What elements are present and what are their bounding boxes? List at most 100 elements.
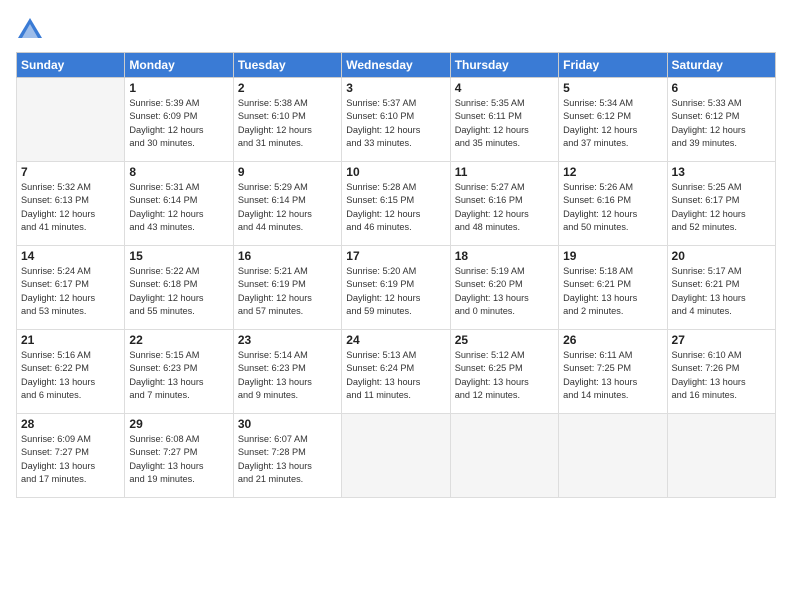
day-text: Sunrise: 5:34 AM Sunset: 6:12 PM Dayligh… bbox=[563, 97, 662, 150]
day-cell bbox=[342, 414, 450, 498]
col-header-friday: Friday bbox=[559, 53, 667, 78]
day-text: Sunrise: 5:13 AM Sunset: 6:24 PM Dayligh… bbox=[346, 349, 445, 402]
day-text: Sunrise: 5:31 AM Sunset: 6:14 PM Dayligh… bbox=[129, 181, 228, 234]
col-header-wednesday: Wednesday bbox=[342, 53, 450, 78]
week-row-2: 7 Sunrise: 5:32 AM Sunset: 6:13 PM Daylig… bbox=[17, 162, 776, 246]
day-number: 10 bbox=[346, 165, 445, 179]
day-number: 11 bbox=[455, 165, 554, 179]
day-number: 12 bbox=[563, 165, 662, 179]
day-cell: 12 Sunrise: 5:26 AM Sunset: 6:16 PM Dayli… bbox=[559, 162, 667, 246]
day-cell: 3 Sunrise: 5:37 AM Sunset: 6:10 PM Daylig… bbox=[342, 78, 450, 162]
day-cell: 27 Sunrise: 6:10 AM Sunset: 7:26 PM Dayli… bbox=[667, 330, 775, 414]
day-cell: 10 Sunrise: 5:28 AM Sunset: 6:15 PM Dayli… bbox=[342, 162, 450, 246]
day-number: 22 bbox=[129, 333, 228, 347]
day-cell: 4 Sunrise: 5:35 AM Sunset: 6:11 PM Daylig… bbox=[450, 78, 558, 162]
day-text: Sunrise: 5:37 AM Sunset: 6:10 PM Dayligh… bbox=[346, 97, 445, 150]
day-cell: 15 Sunrise: 5:22 AM Sunset: 6:18 PM Dayli… bbox=[125, 246, 233, 330]
day-text: Sunrise: 5:18 AM Sunset: 6:21 PM Dayligh… bbox=[563, 265, 662, 318]
day-text: Sunrise: 5:15 AM Sunset: 6:23 PM Dayligh… bbox=[129, 349, 228, 402]
day-number: 3 bbox=[346, 81, 445, 95]
day-text: Sunrise: 5:32 AM Sunset: 6:13 PM Dayligh… bbox=[21, 181, 120, 234]
day-cell: 8 Sunrise: 5:31 AM Sunset: 6:14 PM Daylig… bbox=[125, 162, 233, 246]
day-number: 14 bbox=[21, 249, 120, 263]
day-number: 19 bbox=[563, 249, 662, 263]
day-number: 17 bbox=[346, 249, 445, 263]
day-text: Sunrise: 6:10 AM Sunset: 7:26 PM Dayligh… bbox=[672, 349, 771, 402]
day-cell bbox=[667, 414, 775, 498]
day-cell: 13Sunrise: 5:25 AM Sunset: 6:17 PM Dayli… bbox=[667, 162, 775, 246]
day-text: Sunrise: 5:12 AM Sunset: 6:25 PM Dayligh… bbox=[455, 349, 554, 402]
day-number: 29 bbox=[129, 417, 228, 431]
day-number: 4 bbox=[455, 81, 554, 95]
day-cell: 11 Sunrise: 5:27 AM Sunset: 6:16 PM Dayli… bbox=[450, 162, 558, 246]
day-number: 24 bbox=[346, 333, 445, 347]
day-number: 27 bbox=[672, 333, 771, 347]
day-number: 30 bbox=[238, 417, 337, 431]
header bbox=[16, 16, 776, 44]
day-text: Sunrise: 5:38 AM Sunset: 6:10 PM Dayligh… bbox=[238, 97, 337, 150]
col-header-tuesday: Tuesday bbox=[233, 53, 341, 78]
day-text: Sunrise: 5:29 AM Sunset: 6:14 PM Dayligh… bbox=[238, 181, 337, 234]
day-number: 9 bbox=[238, 165, 337, 179]
day-text: Sunrise: 5:19 AM Sunset: 6:20 PM Dayligh… bbox=[455, 265, 554, 318]
week-row-3: 14 Sunrise: 5:24 AM Sunset: 6:17 PM Dayli… bbox=[17, 246, 776, 330]
day-number: 26 bbox=[563, 333, 662, 347]
day-text: Sunrise: 6:07 AM Sunset: 7:28 PM Dayligh… bbox=[238, 433, 337, 486]
day-cell: 9 Sunrise: 5:29 AM Sunset: 6:14 PM Daylig… bbox=[233, 162, 341, 246]
day-cell: 5 Sunrise: 5:34 AM Sunset: 6:12 PM Daylig… bbox=[559, 78, 667, 162]
col-header-thursday: Thursday bbox=[450, 53, 558, 78]
day-text: Sunrise: 5:21 AM Sunset: 6:19 PM Dayligh… bbox=[238, 265, 337, 318]
day-cell: 1 Sunrise: 5:39 AM Sunset: 6:09 PM Daylig… bbox=[125, 78, 233, 162]
col-header-sunday: Sunday bbox=[17, 53, 125, 78]
day-text: Sunrise: 5:25 AM Sunset: 6:17 PM Dayligh… bbox=[672, 181, 771, 234]
day-text: Sunrise: 6:08 AM Sunset: 7:27 PM Dayligh… bbox=[129, 433, 228, 486]
day-text: Sunrise: 5:22 AM Sunset: 6:18 PM Dayligh… bbox=[129, 265, 228, 318]
logo-icon bbox=[16, 16, 44, 44]
day-cell: 7 Sunrise: 5:32 AM Sunset: 6:13 PM Daylig… bbox=[17, 162, 125, 246]
col-header-monday: Monday bbox=[125, 53, 233, 78]
week-row-5: 28Sunrise: 6:09 AM Sunset: 7:27 PM Dayli… bbox=[17, 414, 776, 498]
day-cell: 24 Sunrise: 5:13 AM Sunset: 6:24 PM Dayli… bbox=[342, 330, 450, 414]
day-cell: 28Sunrise: 6:09 AM Sunset: 7:27 PM Dayli… bbox=[17, 414, 125, 498]
day-cell: 16 Sunrise: 5:21 AM Sunset: 6:19 PM Dayli… bbox=[233, 246, 341, 330]
day-number: 28 bbox=[21, 417, 120, 431]
day-number: 2 bbox=[238, 81, 337, 95]
day-number: 15 bbox=[129, 249, 228, 263]
day-cell: 23Sunrise: 5:14 AM Sunset: 6:23 PM Dayli… bbox=[233, 330, 341, 414]
day-cell: 2 Sunrise: 5:38 AM Sunset: 6:10 PM Daylig… bbox=[233, 78, 341, 162]
day-number: 21 bbox=[21, 333, 120, 347]
day-cell: 6 Sunrise: 5:33 AM Sunset: 6:12 PM Daylig… bbox=[667, 78, 775, 162]
day-text: Sunrise: 5:28 AM Sunset: 6:15 PM Dayligh… bbox=[346, 181, 445, 234]
day-number: 6 bbox=[672, 81, 771, 95]
day-text: Sunrise: 5:33 AM Sunset: 6:12 PM Dayligh… bbox=[672, 97, 771, 150]
day-cell: 19 Sunrise: 5:18 AM Sunset: 6:21 PM Dayli… bbox=[559, 246, 667, 330]
day-cell: 25Sunrise: 5:12 AM Sunset: 6:25 PM Dayli… bbox=[450, 330, 558, 414]
day-cell: 30 Sunrise: 6:07 AM Sunset: 7:28 PM Dayli… bbox=[233, 414, 341, 498]
logo bbox=[16, 16, 48, 44]
day-cell: 14 Sunrise: 5:24 AM Sunset: 6:17 PM Dayli… bbox=[17, 246, 125, 330]
day-text: Sunrise: 6:11 AM Sunset: 7:25 PM Dayligh… bbox=[563, 349, 662, 402]
day-number: 8 bbox=[129, 165, 228, 179]
day-text: Sunrise: 5:35 AM Sunset: 6:11 PM Dayligh… bbox=[455, 97, 554, 150]
day-number: 1 bbox=[129, 81, 228, 95]
day-cell: 18 Sunrise: 5:19 AM Sunset: 6:20 PM Dayli… bbox=[450, 246, 558, 330]
week-row-4: 21Sunrise: 5:16 AM Sunset: 6:22 PM Dayli… bbox=[17, 330, 776, 414]
week-row-1: 1 Sunrise: 5:39 AM Sunset: 6:09 PM Daylig… bbox=[17, 78, 776, 162]
day-number: 20 bbox=[672, 249, 771, 263]
day-number: 7 bbox=[21, 165, 120, 179]
day-text: Sunrise: 5:20 AM Sunset: 6:19 PM Dayligh… bbox=[346, 265, 445, 318]
day-cell: 22 Sunrise: 5:15 AM Sunset: 6:23 PM Dayli… bbox=[125, 330, 233, 414]
day-number: 18 bbox=[455, 249, 554, 263]
day-text: Sunrise: 5:14 AM Sunset: 6:23 PM Dayligh… bbox=[238, 349, 337, 402]
day-number: 5 bbox=[563, 81, 662, 95]
main-container: SundayMondayTuesdayWednesdayThursdayFrid… bbox=[0, 0, 792, 612]
day-cell: 20Sunrise: 5:17 AM Sunset: 6:21 PM Dayli… bbox=[667, 246, 775, 330]
col-header-saturday: Saturday bbox=[667, 53, 775, 78]
day-text: Sunrise: 5:27 AM Sunset: 6:16 PM Dayligh… bbox=[455, 181, 554, 234]
day-text: Sunrise: 5:24 AM Sunset: 6:17 PM Dayligh… bbox=[21, 265, 120, 318]
day-number: 16 bbox=[238, 249, 337, 263]
day-text: Sunrise: 5:26 AM Sunset: 6:16 PM Dayligh… bbox=[563, 181, 662, 234]
header-row: SundayMondayTuesdayWednesdayThursdayFrid… bbox=[17, 53, 776, 78]
day-cell bbox=[559, 414, 667, 498]
day-text: Sunrise: 5:39 AM Sunset: 6:09 PM Dayligh… bbox=[129, 97, 228, 150]
